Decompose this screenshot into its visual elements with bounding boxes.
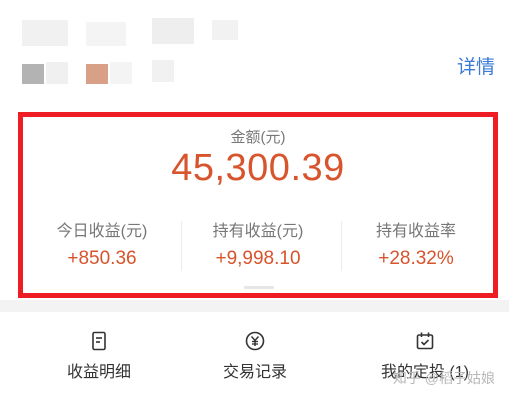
blurred-content	[46, 62, 68, 84]
calendar-check-icon	[340, 330, 509, 352]
blurred-content	[86, 64, 108, 84]
stat-value: +28.32%	[378, 248, 454, 269]
stat-value: +850.36	[67, 248, 137, 269]
action-bar: 收益明细 交易记录 我的定投 (1) 知乎 @稻子姑娘	[0, 312, 509, 400]
stat-holding-return-rate: 持有收益率 +28.32%	[341, 217, 491, 270]
transaction-records-button[interactable]: 交易记录	[170, 330, 340, 382]
stat-today-income: 今日收益(元) +850.36	[27, 217, 177, 270]
holding-summary-card: 金额(元) 45,300.39 今日收益(元) +850.36 持有收益(元) …	[18, 112, 498, 298]
tab-label: 收益明细	[66, 364, 131, 381]
amount-value: 45,300.39	[171, 147, 345, 189]
page-indicator	[244, 286, 274, 289]
yen-circle-icon	[170, 330, 340, 352]
document-icon	[14, 330, 184, 352]
details-link[interactable]: 详情	[457, 52, 495, 79]
watermark: 知乎 @稻子姑娘	[392, 370, 495, 386]
stat-label: 今日收益(元)	[56, 223, 148, 240]
divider	[181, 221, 182, 271]
blurred-content	[152, 18, 194, 44]
amount-label: 金额(元)	[230, 129, 286, 146]
blurred-content	[22, 20, 68, 46]
income-details-button[interactable]: 收益明细	[14, 330, 184, 382]
stat-label: 持有收益(元)	[212, 223, 304, 240]
blurred-content	[152, 60, 174, 82]
stat-holding-income: 持有收益(元) +9,998.10	[183, 217, 333, 270]
stat-value: +9,998.10	[215, 248, 301, 269]
blurred-content	[212, 20, 238, 40]
blurred-content	[22, 64, 44, 84]
stat-label: 持有收益率	[375, 223, 456, 240]
tab-label: 交易记录	[222, 364, 287, 381]
account-header: 详情	[0, 0, 509, 110]
section-separator	[0, 300, 509, 312]
blurred-content	[110, 62, 132, 84]
blurred-content	[86, 22, 126, 46]
